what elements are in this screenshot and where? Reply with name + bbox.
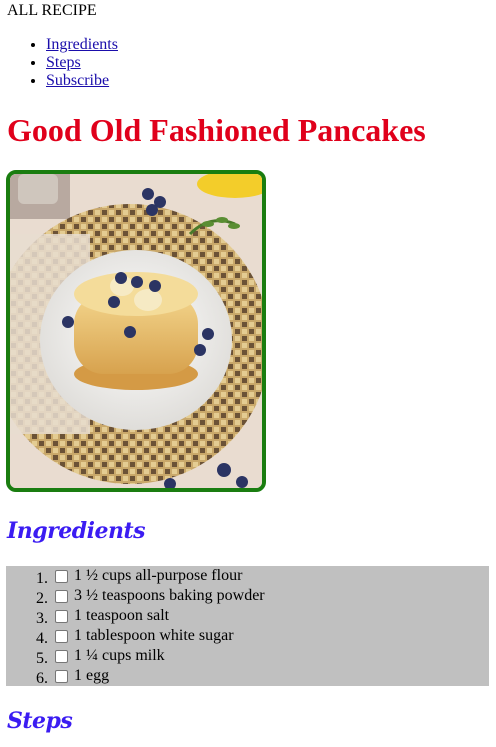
ingredient-checkbox[interactable] [55, 609, 68, 623]
site-brand: ALL RECIPE [7, 2, 97, 19]
nav-link-ingredients[interactable]: Ingredients [46, 36, 118, 53]
nav-item-ingredients: Ingredients [46, 36, 118, 54]
ingredient-text: 1 ½ cups all-purpose flour [74, 567, 243, 584]
ingredient-item: 1 egg [52, 666, 489, 686]
steps-heading: Steps [7, 708, 73, 734]
ingredient-checkbox[interactable] [55, 589, 68, 603]
ingredient-item: 1 ½ cups all-purpose flour [52, 566, 489, 586]
ingredient-checkbox[interactable] [55, 569, 68, 583]
ingredients-heading: Ingredients [7, 518, 146, 544]
nav-item-subscribe: Subscribe [46, 72, 118, 90]
nav-link-steps[interactable]: Steps [46, 54, 81, 71]
ingredient-text: 1 egg [74, 667, 110, 684]
ingredient-checkbox[interactable] [55, 669, 68, 683]
ingredient-text: 1 tablespoon white sugar [74, 627, 234, 644]
recipe-image [6, 170, 266, 492]
ingredient-text: 3 ½ teaspoons baking powder [74, 587, 265, 604]
ingredient-label[interactable]: 1 ¼ cups milk [52, 646, 165, 666]
ingredients-panel: 1 ½ cups all-purpose flour 3 ½ teaspoons… [6, 566, 489, 686]
pancake-photo-illustration [10, 174, 262, 488]
ingredients-list: 1 ½ cups all-purpose flour 3 ½ teaspoons… [6, 566, 489, 686]
ingredient-text: 1 ¼ cups milk [74, 647, 165, 664]
nav-link-subscribe[interactable]: Subscribe [46, 72, 109, 89]
ingredient-item: 1 teaspoon salt [52, 606, 489, 626]
ingredient-text: 1 teaspoon salt [74, 607, 170, 624]
ingredient-label[interactable]: 1 tablespoon white sugar [52, 626, 234, 646]
ingredient-label[interactable]: 3 ½ teaspoons baking powder [52, 586, 265, 606]
ingredient-item: 3 ½ teaspoons baking powder [52, 586, 489, 606]
ingredient-label[interactable]: 1 egg [52, 666, 109, 686]
ingredient-checkbox[interactable] [55, 629, 68, 643]
recipe-title: Good Old Fashioned Pancakes [7, 112, 426, 148]
ingredient-item: 1 tablespoon white sugar [52, 626, 489, 646]
ingredient-label[interactable]: 1 teaspoon salt [52, 606, 169, 626]
main-nav: Ingredients Steps Subscribe [0, 36, 118, 90]
ingredient-item: 1 ¼ cups milk [52, 646, 489, 666]
ingredient-label[interactable]: 1 ½ cups all-purpose flour [52, 566, 242, 586]
nav-item-steps: Steps [46, 54, 118, 72]
ingredient-checkbox[interactable] [55, 649, 68, 663]
